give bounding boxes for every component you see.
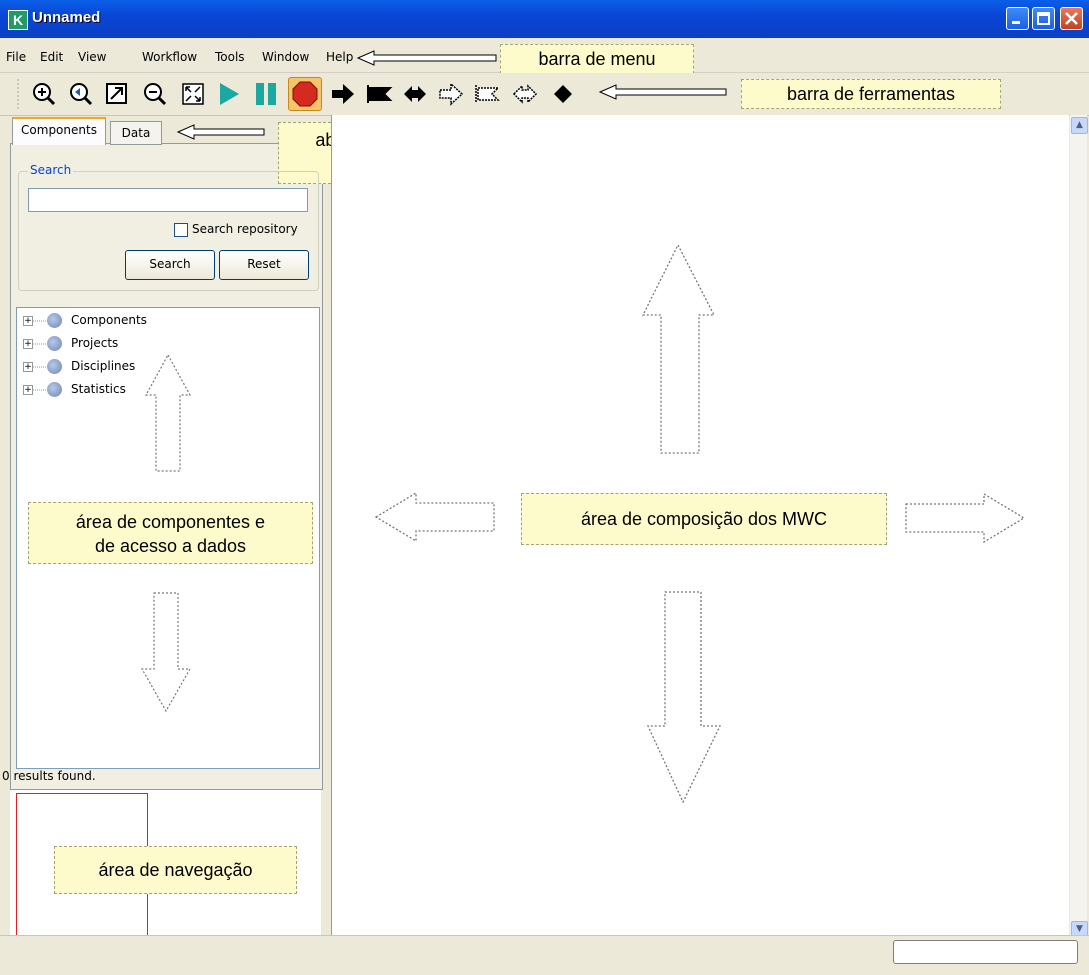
area-up-arrow <box>144 353 192 472</box>
menu-edit[interactable]: Edit <box>40 50 63 64</box>
menu-window[interactable]: Window <box>262 50 309 64</box>
node-icon <box>47 382 62 397</box>
tree-item-label: Statistics <box>71 382 126 396</box>
stop-icon <box>292 81 318 107</box>
expand-icon[interactable]: + <box>23 316 33 326</box>
zoom-out-icon[interactable] <box>142 81 168 107</box>
tree-connector <box>33 343 47 345</box>
minimize-icon <box>1012 21 1020 24</box>
tree-item-label: Disciplines <box>71 359 136 373</box>
search-button[interactable]: Search <box>125 250 215 280</box>
expand-icon[interactable]: + <box>23 362 33 372</box>
components-annotation-line1: área de componentes e <box>75 512 266 532</box>
outline-arrow-right-icon[interactable] <box>512 81 538 107</box>
vertical-scrollbar[interactable]: ▲ ▼ <box>1070 115 1088 941</box>
zoom-reset-icon[interactable] <box>68 81 94 107</box>
node-icon <box>47 336 62 351</box>
fit-icon[interactable] <box>104 81 130 107</box>
results-count: 0 results found. <box>2 769 96 783</box>
tree-item-label: Projects <box>71 336 119 350</box>
menu-tools[interactable]: Tools <box>215 50 245 64</box>
minimize-button[interactable] <box>1006 7 1029 30</box>
canvas-left-arrow <box>374 491 495 543</box>
menu-bar-pointer-arrow <box>356 50 497 66</box>
tree-item-label: Components <box>71 313 147 327</box>
search-legend: Search <box>28 163 74 177</box>
close-icon <box>1065 12 1078 25</box>
node-icon <box>47 359 62 374</box>
tree-connector <box>33 366 47 368</box>
diamond-icon[interactable] <box>550 81 576 107</box>
app-icon: K <box>8 10 28 30</box>
menu-help[interactable]: Help <box>326 50 353 64</box>
play-icon[interactable] <box>216 81 242 107</box>
expand-icon[interactable]: + <box>23 339 33 349</box>
pause-icon[interactable] <box>253 81 279 107</box>
outline-flag-icon[interactable] <box>474 81 500 107</box>
window-title: Unnamed <box>32 9 101 26</box>
toolbar-pointer-arrow <box>598 84 727 100</box>
menu-file[interactable]: File <box>6 50 26 64</box>
components-annotation-line2: de acesso a dados <box>94 536 247 556</box>
search-repository-checkbox[interactable] <box>174 223 188 237</box>
tree-connector <box>33 320 47 322</box>
composition-area-annotation: área de composição dos MWC <box>521 493 887 545</box>
title-bar <box>0 0 1089 39</box>
reset-button[interactable]: Reset <box>219 250 309 280</box>
search-input[interactable] <box>28 188 308 212</box>
expand-icon[interactable]: + <box>23 385 33 395</box>
fullscreen-icon[interactable] <box>180 81 206 107</box>
navigation-annotation: área de navegação <box>54 846 297 894</box>
tab-data[interactable]: Data <box>110 121 162 145</box>
menu-view[interactable]: View <box>78 50 106 64</box>
outline-arrow-icon[interactable] <box>438 81 464 107</box>
menu-workflow[interactable]: Workflow <box>142 50 197 64</box>
zoom-in-icon[interactable] <box>31 81 57 107</box>
scroll-up-icon[interactable]: ▲ <box>1071 117 1088 134</box>
status-progress-field <box>893 940 1078 964</box>
canvas-right-arrow <box>905 492 1026 544</box>
tabs-pointer-arrow <box>176 124 265 140</box>
stop-button[interactable] <box>288 77 322 111</box>
canvas-down-arrow <box>646 591 722 804</box>
tab-components[interactable]: Components <box>12 117 106 145</box>
components-area-annotation: área de componentes e de acesso a dados <box>28 502 313 564</box>
search-repository-label: Search repository <box>192 222 298 236</box>
close-button[interactable] <box>1060 7 1083 30</box>
maximize-button[interactable] <box>1032 7 1055 30</box>
step-flag-icon[interactable] <box>366 81 393 107</box>
menu-bar-annotation: barra de menu <box>500 44 694 74</box>
maximize-icon <box>1037 12 1050 25</box>
area-down-arrow <box>140 592 192 713</box>
toolbar-grip <box>17 79 19 109</box>
step-arrow-icon[interactable] <box>330 81 356 107</box>
tree-connector <box>33 389 47 391</box>
node-icon <box>47 313 62 328</box>
step-back-icon[interactable] <box>402 81 428 107</box>
canvas-up-arrow <box>641 243 716 454</box>
toolbar-annotation: barra de ferramentas <box>741 79 1001 109</box>
